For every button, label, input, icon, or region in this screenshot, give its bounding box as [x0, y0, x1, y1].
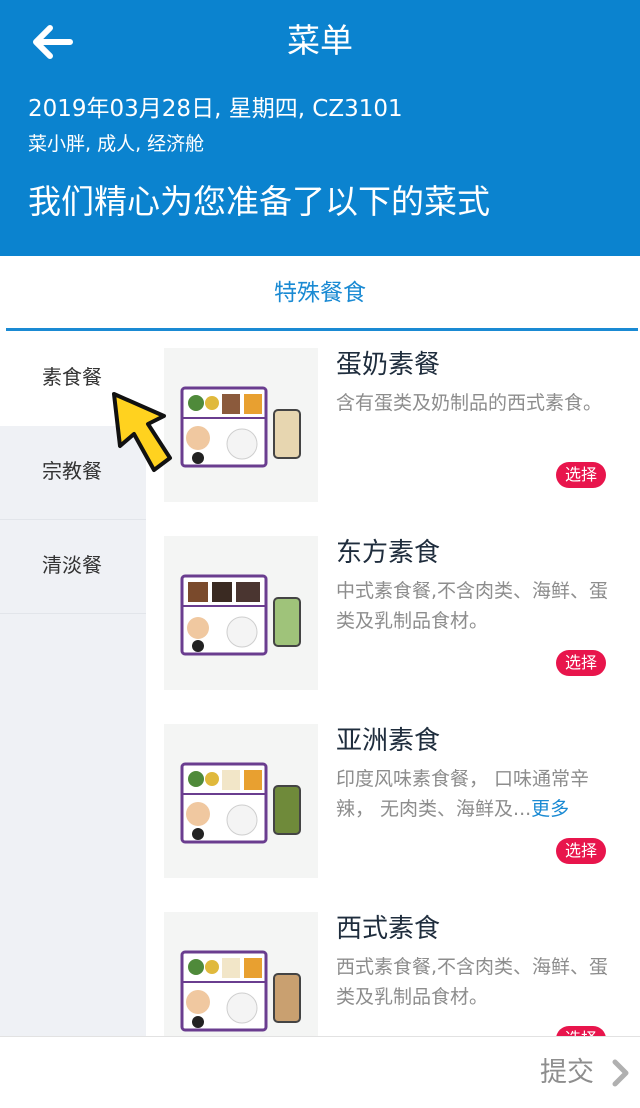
more-link[interactable]: 更多 — [531, 798, 569, 820]
meal-tray-image — [180, 574, 301, 656]
sidebar-item-light[interactable]: 清淡餐 — [0, 520, 146, 614]
meal-tray-image — [180, 386, 301, 468]
meal-name: 亚洲素食 — [336, 726, 441, 756]
meal-name: 东方素食 — [336, 538, 441, 568]
submit-button[interactable]: 提交 — [540, 1055, 632, 1091]
tab-underline — [6, 328, 638, 331]
meal-description: 西式素食餐,不含肉类、海鲜、蛋类及乳制品食材。 — [336, 956, 609, 1008]
chevron-right-icon — [612, 1059, 629, 1087]
menu-headline: 我们精心为您准备了以下的菜式 — [28, 182, 490, 221]
meal-tray-image — [180, 950, 301, 1032]
tab-special-meals[interactable]: 特殊餐食 — [0, 276, 640, 310]
footer-bar: 提交 — [0, 1036, 640, 1108]
arrow-pointer-icon — [112, 392, 172, 472]
meal-tray-image — [180, 762, 301, 844]
meal-description: 中式素食餐,不含肉类、海鲜、蛋类及乳制品食材。 — [336, 580, 609, 632]
meal-photo[interactable] — [164, 724, 318, 878]
meal-item: 亚洲素食 印度风味素食餐， 口味通常辛辣， 无肉类、海鲜及...更多 选择 — [146, 708, 640, 896]
passenger-info: 菜小胖, 成人, 经济舱 — [28, 133, 205, 155]
page-title: 菜单 — [287, 21, 353, 60]
meal-item: 西式素食 西式素食餐,不含肉类、海鲜、蛋类及乳制品食材。 选择 — [146, 896, 640, 1036]
meal-photo[interactable] — [164, 912, 318, 1036]
submit-label: 提交 — [540, 1057, 594, 1088]
meal-photo[interactable] — [164, 348, 318, 502]
meal-photo[interactable] — [164, 536, 318, 690]
select-button[interactable]: 选择 — [556, 650, 606, 676]
meal-item: 蛋奶素餐 含有蛋类及奶制品的西式素食。 选择 — [146, 332, 640, 520]
sidebar-item-label: 宗教餐 — [42, 459, 102, 483]
meal-description: 印度风味素食餐， 口味通常辛辣， 无肉类、海鲜及...更多 — [336, 764, 626, 824]
header-bar: 菜单 2019年03月28日, 星期四, CZ3101 菜小胖, 成人, 经济舱… — [0, 0, 640, 256]
sidebar-item-label: 素食餐 — [42, 365, 102, 389]
flight-info: 2019年03月28日, 星期四, CZ3101 — [28, 96, 403, 122]
meal-list: 蛋奶素餐 含有蛋类及奶制品的西式素食。 选择 东方素食 中式素食餐,不含肉类、海… — [146, 332, 640, 1036]
meal-item: 东方素食 中式素食餐,不含肉类、海鲜、蛋类及乳制品食材。 选择 — [146, 520, 640, 708]
tab-bar: 特殊餐食 — [0, 256, 640, 332]
meal-name: 西式素食 — [336, 914, 441, 944]
select-button[interactable]: 选择 — [556, 462, 606, 488]
select-button[interactable]: 选择 — [556, 838, 606, 864]
sidebar-item-label: 清淡餐 — [42, 553, 102, 577]
meal-name: 蛋奶素餐 — [336, 350, 441, 380]
meal-description: 含有蛋类及奶制品的西式素食。 — [336, 392, 603, 414]
select-button[interactable]: 选择 — [556, 1026, 606, 1036]
